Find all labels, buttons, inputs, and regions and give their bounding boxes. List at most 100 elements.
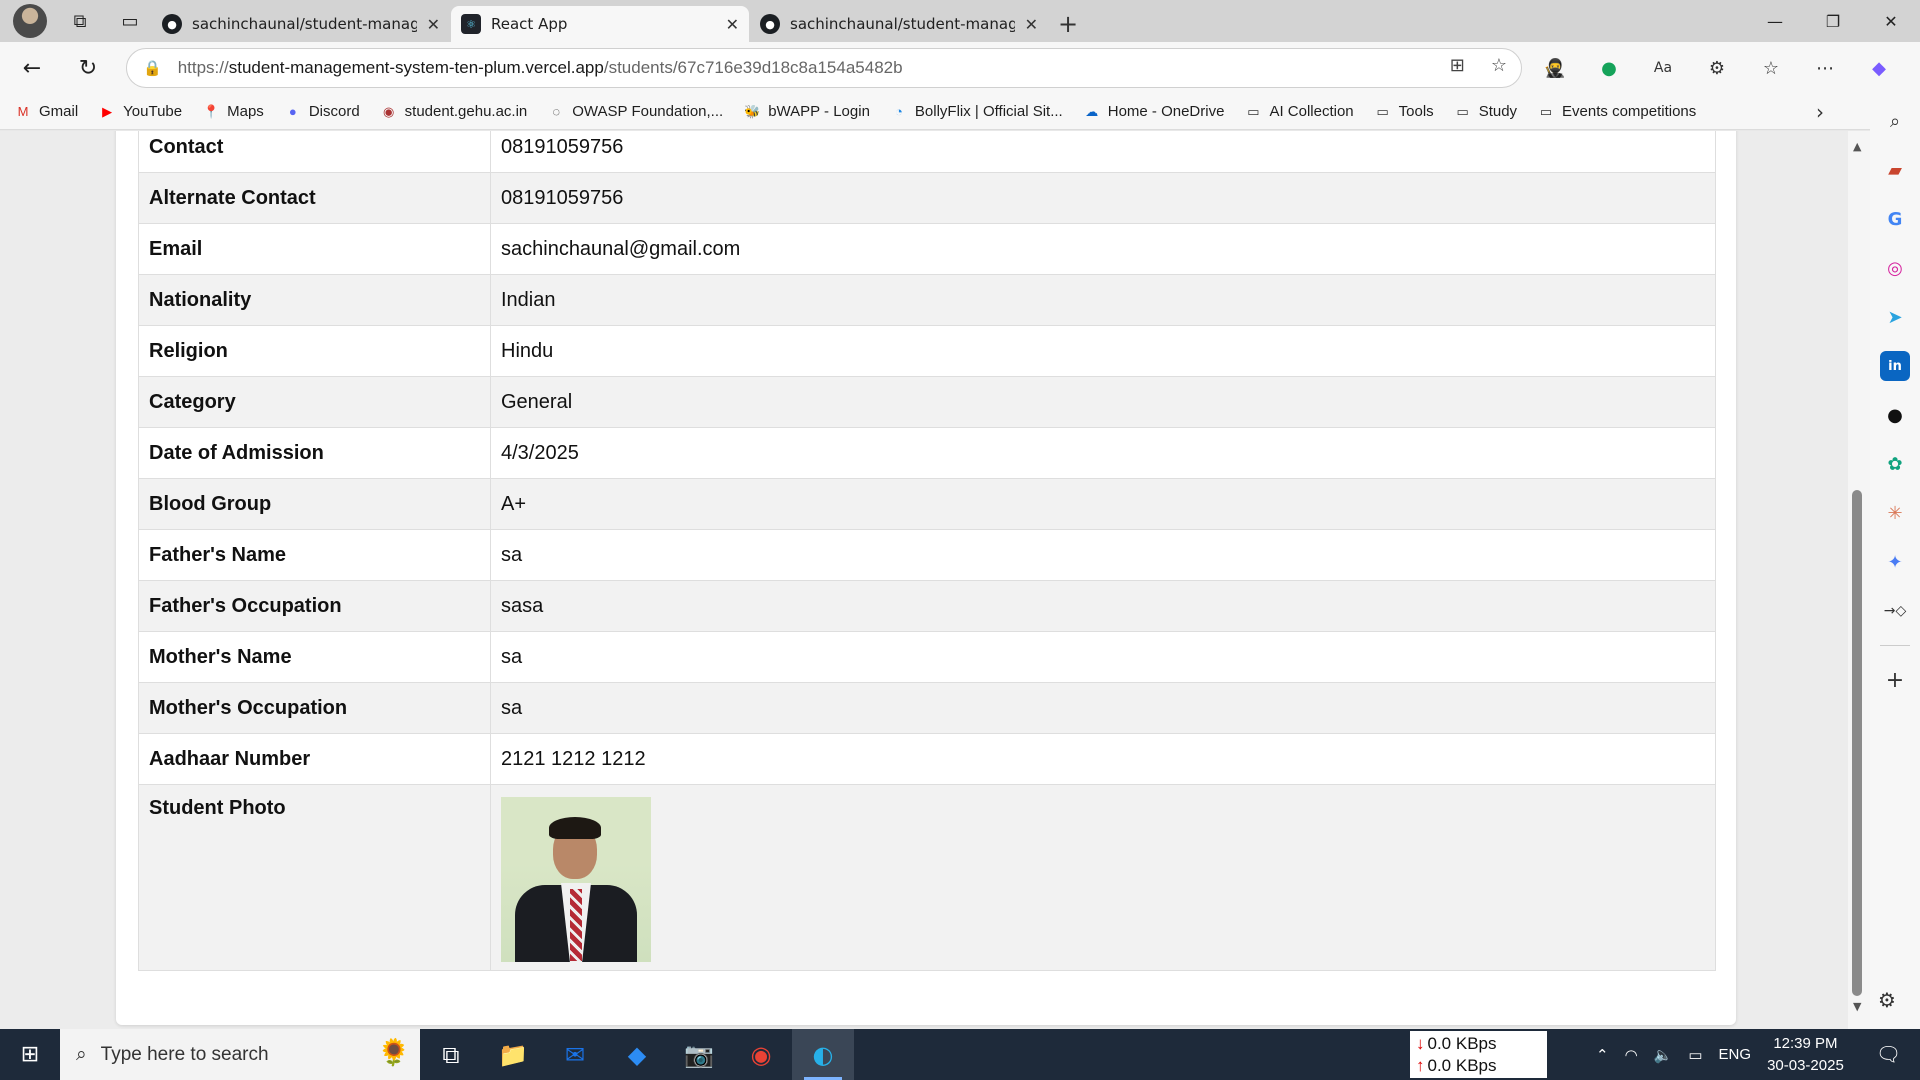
extension-grammar-icon[interactable]: ● — [1592, 51, 1626, 85]
close-tab-icon[interactable]: ✕ — [427, 15, 440, 34]
notifications-icon[interactable]: 🗨 — [1876, 1042, 1901, 1067]
scrollbar-thumb[interactable] — [1852, 490, 1862, 996]
folder-icon: ▭ — [1456, 103, 1469, 119]
bookmark-item[interactable]: ▶ YouTube — [98, 103, 182, 120]
browser-tab[interactable]: ● sachinchaunal/student-managem ✕ — [750, 6, 1048, 42]
scroll-down-arrow-icon[interactable]: ▼ — [1853, 1000, 1861, 1013]
sidebar-search-icon[interactable]: ⌕ — [1880, 106, 1910, 136]
close-tab-icon[interactable]: ✕ — [1025, 15, 1038, 34]
field-value: sa — [490, 529, 1716, 581]
workspaces-icon[interactable]: ⧉ — [58, 3, 102, 39]
sidebar-github-icon[interactable]: ● — [1880, 400, 1910, 430]
bookmark-item[interactable]: ◉ student.gehu.ac.in — [380, 103, 528, 120]
bookmark-item[interactable]: 🐝 bWAPP - Login — [743, 103, 870, 120]
table-row: Contact 08191059756 — [138, 131, 1716, 173]
file-explorer-icon[interactable]: 📁 — [482, 1029, 544, 1080]
download-arrow-icon: ↓ — [1416, 1034, 1425, 1053]
bookmark-item[interactable]: ☁ Home - OneDrive — [1083, 103, 1224, 120]
favorites-icon[interactable]: ☆ — [1754, 51, 1788, 85]
close-tab-icon[interactable]: ✕ — [726, 15, 739, 34]
camera-icon[interactable]: 📷 — [668, 1029, 730, 1080]
sidebar-tools-icon[interactable]: ▰ — [1880, 155, 1910, 185]
browser-tab[interactable]: ● sachinchaunal/student-managem ✕ — [152, 6, 450, 42]
bookmark-label: BollyFlix | Official Sit... — [914, 103, 1063, 120]
read-aloud-icon[interactable]: Aa — [1646, 51, 1680, 85]
clock-date: 30-03-2025 — [1767, 1056, 1844, 1074]
upload-arrow-icon: ↑ — [1416, 1056, 1425, 1075]
sidebar-telegram-icon[interactable]: ➤ — [1880, 302, 1910, 332]
table-row: Aadhaar Number 2121 1212 1212 — [138, 733, 1716, 785]
extensions-icon[interactable]: ⚙ — [1700, 51, 1734, 85]
back-button[interactable]: ← — [8, 48, 56, 88]
language-indicator[interactable]: ENG — [1719, 1046, 1752, 1063]
bookmark-item[interactable]: ● Discord — [284, 103, 360, 120]
bookmark-label: bWAPP - Login — [768, 103, 870, 120]
edge-browser-icon[interactable]: ◐ — [792, 1029, 854, 1080]
sidebar-claude-icon[interactable]: ✳ — [1880, 498, 1910, 528]
outlook-icon[interactable]: ✉ — [544, 1029, 606, 1080]
windows-taskbar: ⊞ ⌕ Type here to search 🌻 ⧉ 📁 ✉ ◆ 📷 ◉ ◐ … — [0, 1029, 1920, 1080]
sidebar-add-icon[interactable]: + — [1880, 665, 1910, 695]
system-tray: ⌃ ◠ 🔈 ▭ ENG 12:39 PM 30-03-2025 🗨 — [1596, 1029, 1901, 1080]
profile-button[interactable] — [8, 3, 52, 39]
discord-icon: ● — [288, 104, 297, 119]
copilot-icon[interactable]: ◆ — [1862, 51, 1896, 85]
bookmark-item[interactable]: ▭ Tools — [1374, 103, 1434, 120]
bookmark-label: Discord — [308, 103, 360, 120]
tab-actions-icon[interactable]: ▭ — [108, 3, 152, 39]
refresh-button[interactable]: ↻ — [64, 48, 112, 88]
address-bar[interactable]: 🔒 https://student-management-system-ten-… — [126, 48, 1522, 88]
browser-tab-bar: ⧉ ▭ ● sachinchaunal/student-managem ✕ ⚛ Reac… — [0, 0, 1920, 42]
chevron-up-icon[interactable]: ⌃ — [1596, 1046, 1609, 1064]
table-row: Father's Name sa — [138, 529, 1716, 581]
bookmark-item[interactable]: M Gmail — [14, 103, 79, 120]
bollyflix-icon: ◔ — [894, 104, 903, 119]
chrome-icon[interactable]: ◉ — [730, 1029, 792, 1080]
sidebar-instagram-icon[interactable]: ◎ — [1880, 253, 1910, 283]
volume-icon[interactable]: 🔈 — [1654, 1046, 1673, 1064]
bookmark-item[interactable]: ▭ Events competitions — [1537, 103, 1696, 120]
new-tab-button[interactable]: + — [1048, 6, 1088, 42]
folder-icon: ▭ — [1376, 103, 1389, 119]
field-value: sa — [490, 631, 1716, 683]
task-view-icon[interactable]: ⧉ — [420, 1029, 482, 1080]
taskbar-search-box[interactable]: ⌕ Type here to search 🌻 — [60, 1029, 420, 1080]
bookmarks-bar: M Gmail ▶ YouTube 📍 Maps ● Discord ◉ student.gehu… — [0, 94, 1920, 130]
battery-icon[interactable]: ▭ — [1688, 1046, 1702, 1064]
bookmark-item[interactable]: ▭ AI Collection — [1244, 103, 1353, 120]
more-menu-icon[interactable]: ⋯ — [1808, 51, 1842, 85]
windows-start-icon[interactable]: ⊞ — [0, 1029, 60, 1080]
sidebar-google-icon[interactable]: G — [1880, 204, 1910, 234]
github-icon: ● — [162, 14, 182, 34]
clock[interactable]: 12:39 PM 30-03-2025 — [1767, 1033, 1844, 1077]
extension-ninja-icon[interactable]: 🥷 — [1538, 51, 1572, 85]
table-row: Nationality Indian — [138, 274, 1716, 326]
minimize-button[interactable]: — — [1746, 0, 1804, 42]
sidebar-linkedin-icon[interactable]: in — [1880, 351, 1910, 381]
sidebar-settings-gear-icon[interactable]: ⚙ — [1878, 988, 1896, 1012]
wifi-icon[interactable]: ◠ — [1625, 1046, 1638, 1064]
close-window-button[interactable]: ✕ — [1862, 0, 1920, 42]
field-label: Contact — [138, 131, 491, 173]
field-value: A+ — [490, 478, 1716, 530]
bookmark-label: student.gehu.ac.in — [404, 103, 528, 120]
sidebar-gemini-icon[interactable]: ✦ — [1880, 547, 1910, 577]
url-text[interactable]: https://student-management-system-ten-pl… — [178, 58, 903, 78]
maximize-button[interactable]: ❐ — [1804, 0, 1862, 42]
bookmark-item[interactable]: 📍 Maps — [202, 103, 264, 120]
chevron-right-icon[interactable]: › — [1816, 100, 1824, 124]
app-available-icon[interactable]: ⊞ — [1450, 55, 1465, 76]
lock-icon[interactable]: 🔒 — [143, 59, 162, 77]
browser-tab[interactable]: ⚛ React App ✕ — [451, 6, 749, 42]
sidebar-chatgpt-icon[interactable]: ✿ — [1880, 449, 1910, 479]
dropbox-icon[interactable]: ◆ — [606, 1029, 668, 1080]
favorite-star-icon[interactable]: ☆ — [1491, 55, 1507, 76]
bookmark-label: YouTube — [123, 103, 183, 120]
scroll-up-arrow-icon[interactable]: ▲ — [1853, 140, 1861, 153]
bookmark-item[interactable]: ◔ BollyFlix | Official Sit... — [890, 103, 1063, 120]
student-details-card: Contact 08191059756 Alternate Contact 08191… — [116, 131, 1736, 1025]
sidebar-send-icon[interactable]: →◇ — [1880, 596, 1910, 626]
table-row: Mother's Name sa — [138, 631, 1716, 683]
bookmark-item[interactable]: ◌ OWASP Foundation,... — [547, 103, 723, 120]
bookmark-item[interactable]: ▭ Study — [1454, 103, 1518, 120]
